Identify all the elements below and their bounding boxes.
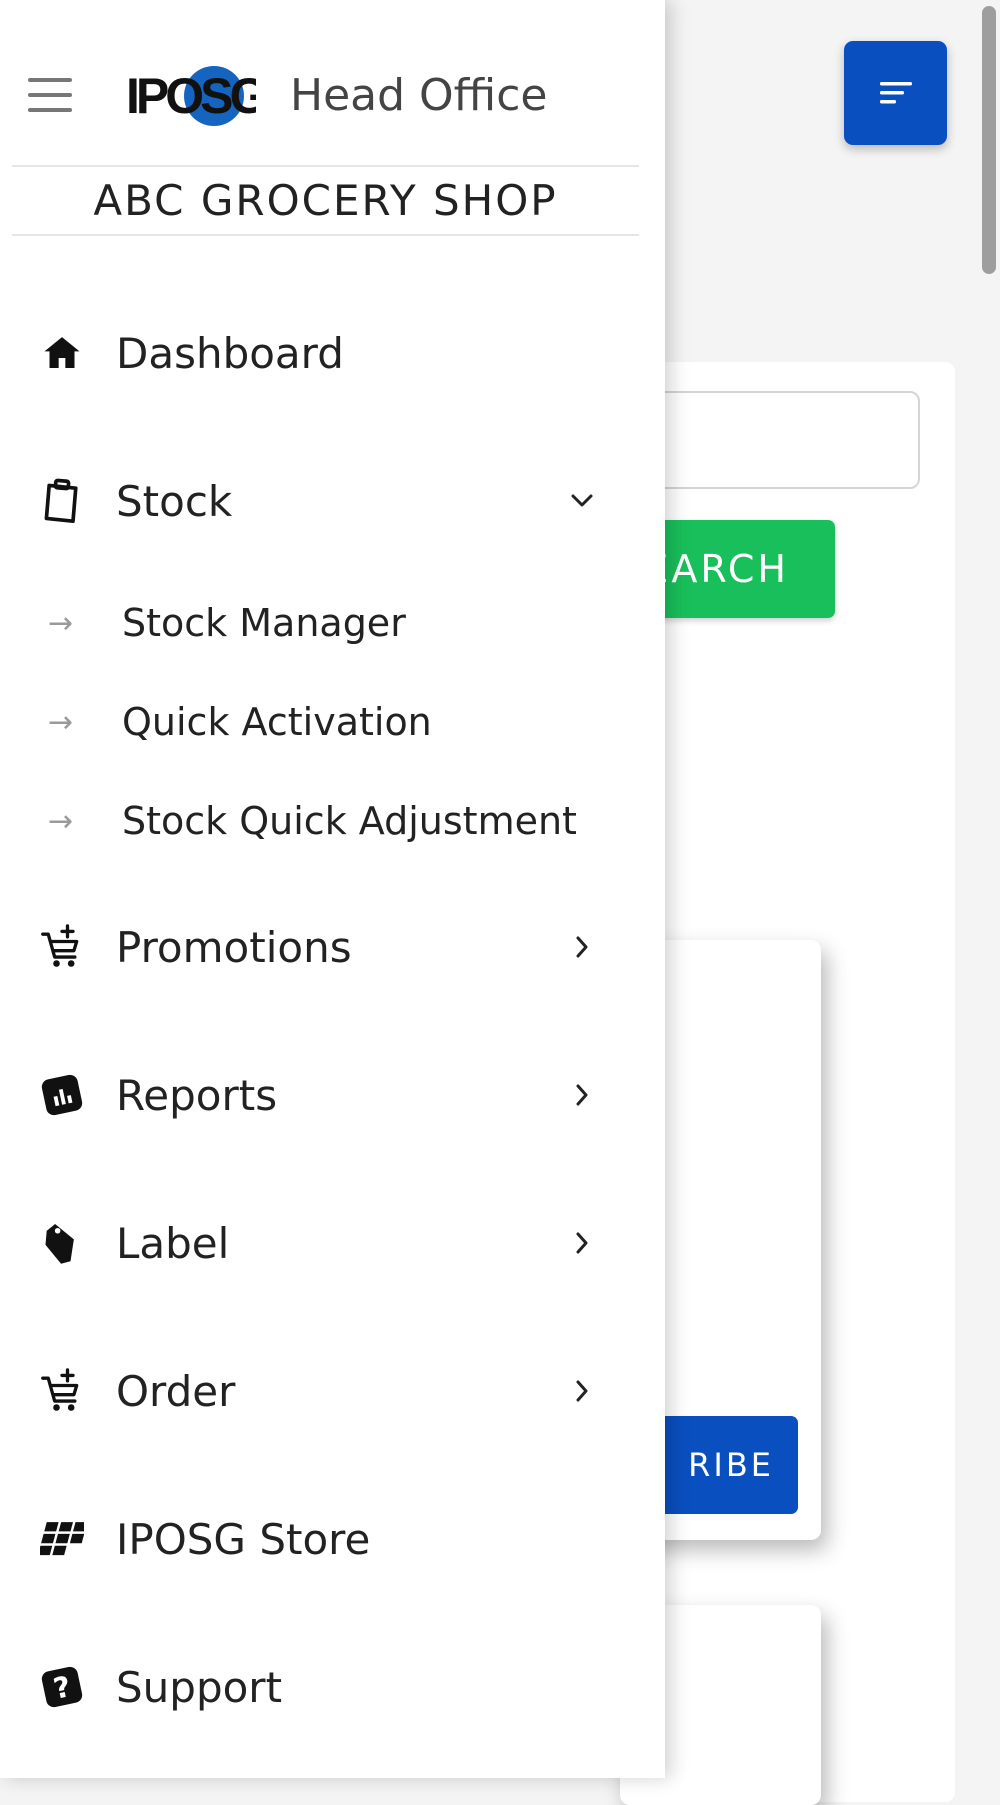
header-divider-bottom	[12, 234, 639, 236]
nav-item-support[interactable]: ? Support	[0, 1642, 665, 1732]
header-divider-top	[12, 165, 639, 167]
subnav-item-stock-manager[interactable]: → Stock Manager	[0, 583, 665, 663]
nav-label-iposg-store: IPOSG Store	[116, 1514, 371, 1564]
nav-label-stock: Stock	[116, 476, 233, 526]
nav-item-stock[interactable]: Stock	[0, 456, 665, 546]
filter-button[interactable]	[844, 41, 947, 145]
nav-label-reports: Reports	[116, 1070, 278, 1120]
page-scrollbar[interactable]	[982, 6, 996, 274]
chevron-right-icon	[568, 1081, 596, 1109]
nav-label-dashboard: Dashboard	[116, 328, 344, 378]
cart-plus-icon	[38, 923, 86, 971]
search-input[interactable]	[630, 391, 920, 489]
cart-plus-icon	[38, 1367, 86, 1415]
nav-item-promotions[interactable]: Promotions	[0, 902, 665, 992]
office-name: Head Office	[290, 70, 548, 121]
chevron-right-icon	[568, 1229, 596, 1257]
nav-label-promotions: Promotions	[116, 922, 352, 972]
chevron-right-icon	[568, 1377, 596, 1405]
hamburger-menu-icon[interactable]	[28, 78, 72, 112]
arrow-right-icon: →	[48, 704, 74, 740]
nav-label-order: Order	[116, 1366, 236, 1416]
tag-icon	[38, 1219, 86, 1267]
drawer-header: IPOSG Head Office	[0, 0, 665, 166]
arrow-right-icon: →	[48, 803, 74, 839]
logo-text: IPOSG	[126, 68, 256, 124]
question-icon: ?	[38, 1663, 86, 1711]
shop-name: ABC GROCERY SHOP	[93, 176, 558, 225]
arrow-right-icon: →	[48, 605, 74, 641]
nav-item-iposg-store[interactable]: IPOSG Store	[0, 1494, 665, 1584]
nav-item-label[interactable]: Label	[0, 1198, 665, 1288]
nav-item-reports[interactable]: Reports	[0, 1050, 665, 1140]
chevron-down-icon	[568, 487, 596, 515]
nav-item-dashboard[interactable]: Dashboard	[0, 308, 665, 398]
subnav-label: Stock Manager	[122, 601, 406, 645]
nav-label-label: Label	[116, 1218, 230, 1268]
navigation-drawer: IPOSG Head Office ABC GROCERY SHOP Dashb…	[0, 0, 665, 1778]
chevron-right-icon	[568, 933, 596, 961]
nav-item-order[interactable]: Order	[0, 1346, 665, 1436]
report-chart-icon	[38, 1071, 86, 1119]
subnav-label: Stock Quick Adjustment	[122, 799, 577, 843]
clipboard-icon	[38, 477, 86, 525]
subnav-item-quick-activation[interactable]: → Quick Activation	[0, 682, 665, 762]
nav-label-support: Support	[116, 1662, 283, 1712]
iposg-logo: IPOSG	[126, 66, 256, 126]
subnav-label: Quick Activation	[122, 700, 432, 744]
subnav-item-stock-quick-adjustment[interactable]: → Stock Quick Adjustment	[0, 781, 665, 861]
windows-grid-icon	[38, 1515, 86, 1563]
filter-icon	[879, 82, 912, 104]
home-icon	[38, 329, 86, 377]
